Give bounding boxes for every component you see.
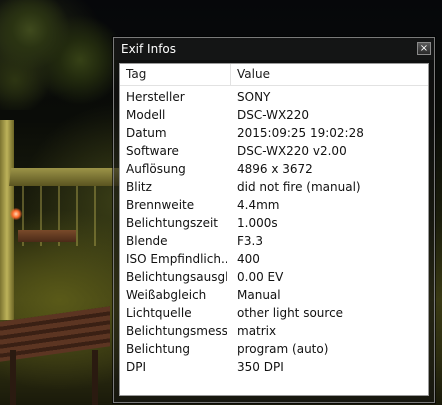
tag-cell: ISO Empfindlich...: [126, 252, 227, 266]
tag-cell: DPI: [126, 360, 147, 374]
table-body: Hersteller SONY Modell DSC-WX220 Datum 2015:0…: [120, 88, 428, 376]
desktop-background: Exif Infos × Tag Value Hersteller SONY Mod…: [0, 0, 442, 405]
table-row[interactable]: Weißabgleich Manual: [120, 286, 428, 304]
tag-cell: Brennweite: [126, 198, 195, 212]
table-header: Tag Value: [120, 64, 428, 86]
value-cell: F3.3: [237, 234, 263, 248]
table-row[interactable]: Modell DSC-WX220: [120, 106, 428, 124]
table-row[interactable]: Brennweite 4.4mm: [120, 196, 428, 214]
tag-cell: Hersteller: [126, 90, 185, 104]
value-cell: 4.4mm: [237, 198, 280, 212]
value-cell: DSC-WX220 v2.00: [237, 144, 347, 158]
value-cell: 2015:09:25 19:02:28: [237, 126, 364, 140]
table-row[interactable]: Belichtungsausgl... 0.00 EV: [120, 268, 428, 286]
table-row[interactable]: Belichtungsmess... matrix: [120, 322, 428, 340]
value-cell: program (auto): [237, 342, 329, 356]
tag-cell: Modell: [126, 108, 166, 122]
tag-cell: Lichtquelle: [126, 306, 192, 320]
tag-cell: Auflösung: [126, 162, 186, 176]
table-row[interactable]: Software DSC-WX220 v2.00: [120, 142, 428, 160]
background-photo-pillar: [0, 120, 14, 320]
background-photo-tree: [0, 0, 120, 110]
table-row[interactable]: Belichtungszeit 1.000s: [120, 214, 428, 232]
value-cell: 1.000s: [237, 216, 278, 230]
table-row[interactable]: Belichtung program (auto): [120, 340, 428, 358]
tag-cell: Belichtungsmess...: [126, 324, 227, 338]
background-photo-lamp: [10, 208, 22, 220]
table-row[interactable]: Hersteller SONY: [120, 88, 428, 106]
tag-cell: Software: [126, 144, 179, 158]
tag-cell: Belichtungszeit: [126, 216, 218, 230]
background-photo-bench-leg: [92, 350, 98, 405]
table-row[interactable]: Blende F3.3: [120, 232, 428, 250]
value-cell: matrix: [237, 324, 277, 338]
value-cell: 400: [237, 252, 260, 266]
background-photo-canopy: [9, 168, 121, 186]
column-header-value[interactable]: Value: [231, 64, 428, 85]
tag-cell: Belichtungsausgl...: [126, 270, 227, 284]
exif-table[interactable]: Tag Value Hersteller SONY Modell DSC-WX220 D…: [119, 63, 429, 396]
tag-cell: Belichtung: [126, 342, 191, 356]
window-titlebar[interactable]: Exif Infos ×: [114, 38, 434, 60]
value-cell: DSC-WX220: [237, 108, 310, 122]
window-title: Exif Infos: [121, 42, 177, 56]
value-cell: Manual: [237, 288, 281, 302]
column-header-tag[interactable]: Tag: [120, 64, 231, 85]
table-row[interactable]: Auflösung 4896 x 3672: [120, 160, 428, 178]
exif-info-window: Exif Infos × Tag Value Hersteller SONY Mod…: [113, 37, 435, 403]
table-row[interactable]: Datum 2015:09:25 19:02:28: [120, 124, 428, 142]
value-cell: SONY: [237, 90, 271, 104]
value-cell: did not fire (manual): [237, 180, 361, 194]
close-icon: ×: [419, 43, 429, 54]
background-photo-bench-leg: [10, 350, 16, 405]
value-cell: other light source: [237, 306, 344, 320]
tag-cell: Blitz: [126, 180, 152, 194]
value-cell: 350 DPI: [237, 360, 284, 374]
tag-cell: Weißabgleich: [126, 288, 207, 302]
table-row[interactable]: DPI 350 DPI: [120, 358, 428, 376]
table-row[interactable]: ISO Empfindlich... 400: [120, 250, 428, 268]
value-cell: 4896 x 3672: [237, 162, 313, 176]
background-photo-bench-far: [18, 230, 76, 242]
tag-cell: Blende: [126, 234, 168, 248]
table-row[interactable]: Blitz did not fire (manual): [120, 178, 428, 196]
close-button[interactable]: ×: [417, 42, 431, 55]
value-cell: 0.00 EV: [237, 270, 284, 284]
table-row[interactable]: Lichtquelle other light source: [120, 304, 428, 322]
tag-cell: Datum: [126, 126, 167, 140]
